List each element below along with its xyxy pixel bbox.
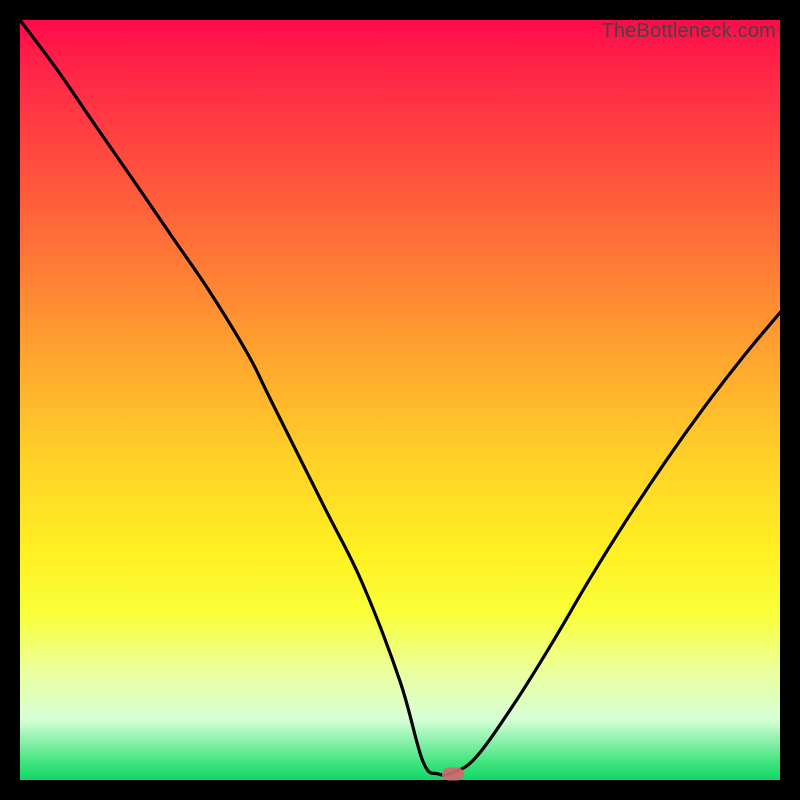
chart-container: TheBottleneck.com <box>0 0 800 800</box>
minimum-marker <box>442 767 464 780</box>
bottleneck-curve <box>20 20 780 775</box>
plot-area: TheBottleneck.com <box>20 20 780 780</box>
curve-svg <box>20 20 780 780</box>
